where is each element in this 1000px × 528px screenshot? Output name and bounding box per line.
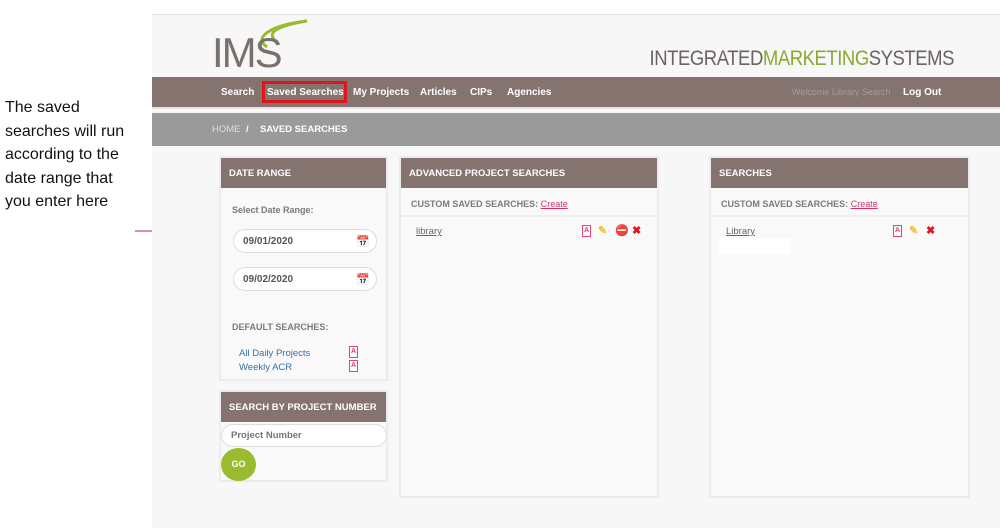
custom-saved-searches-row: CUSTOM SAVED SEARCHES: Create — [401, 188, 657, 217]
highlight-box — [262, 81, 347, 103]
create-link[interactable]: Create — [851, 199, 878, 209]
start-date-value: 09/01/2020 — [243, 236, 294, 247]
breadcrumb-home[interactable]: HOME — [212, 124, 241, 135]
nav-agencies[interactable]: Agencies — [507, 87, 551, 98]
searches-panel: SEARCHES CUSTOM SAVED SEARCHES: Create L… — [709, 156, 970, 498]
delete-x-icon[interactable]: ✖ — [632, 224, 641, 237]
blank-box — [719, 238, 791, 254]
panel-title: ADVANCED PROJECT SEARCHES — [401, 158, 657, 188]
breadcrumb-current: SAVED SEARCHES — [260, 124, 348, 135]
date-range-panel: DATE RANGE Select Date Range: 09/01/2020… — [219, 156, 388, 381]
svg-text:IMS: IMS — [212, 29, 282, 73]
date-range-label: Select Date Range: — [232, 205, 314, 215]
panel-title: DATE RANGE — [221, 158, 386, 188]
calendar-icon[interactable]: 📅 — [356, 235, 370, 248]
end-date-value: 09/02/2020 — [243, 274, 294, 285]
app-window: IMS INTEGRATEDMARKETINGSYSTEMS Search Sa… — [152, 14, 1000, 528]
nav-my-projects[interactable]: My Projects — [353, 87, 409, 98]
nav-bar: Search Saved Searches My Projects Articl… — [152, 77, 1000, 109]
edit-pencil-icon[interactable]: ✎ — [909, 224, 918, 237]
custom-label: CUSTOM SAVED SEARCHES: — [721, 199, 849, 209]
custom-label: CUSTOM SAVED SEARCHES: — [411, 199, 539, 209]
start-date-input[interactable]: 09/01/2020 📅 — [233, 229, 377, 253]
go-button[interactable]: GO — [221, 448, 256, 481]
custom-saved-searches-row: CUSTOM SAVED SEARCHES: Create — [711, 188, 968, 217]
saved-search-item[interactable]: Library — [726, 226, 755, 237]
edit-pencil-icon[interactable]: ✎ — [598, 224, 607, 237]
create-link[interactable]: Create — [541, 199, 568, 209]
disable-icon[interactable]: ⛔ — [615, 224, 629, 237]
panel-title: SEARCHES — [711, 158, 968, 188]
project-number-panel: SEARCH BY PROJECT NUMBER GO — [219, 390, 388, 482]
end-date-input[interactable]: 09/02/2020 📅 — [233, 267, 377, 291]
project-number-input[interactable] — [221, 424, 387, 447]
pdf-icon[interactable]: A — [349, 346, 358, 358]
nav-articles[interactable]: Articles — [420, 87, 457, 98]
advanced-searches-panel: ADVANCED PROJECT SEARCHES CUSTOM SAVED S… — [399, 156, 659, 498]
ims-logo: IMS — [212, 19, 308, 73]
nav-search[interactable]: Search — [221, 87, 254, 98]
saved-search-item[interactable]: library — [416, 226, 442, 237]
breadcrumb: HOME / SAVED SEARCHES — [152, 113, 1000, 146]
annotation-text: The saved searches will run according to… — [5, 99, 125, 210]
breadcrumb-separator: / — [246, 124, 249, 135]
default-search-daily[interactable]: All Daily Projects — [239, 348, 310, 359]
delete-x-icon[interactable]: ✖ — [926, 224, 935, 237]
logout-link[interactable]: Log Out — [903, 87, 941, 98]
welcome-text: Welcome Library Search — [792, 87, 891, 97]
pdf-icon[interactable]: A — [893, 225, 902, 237]
tagline: INTEGRATEDMARKETINGSYSTEMS — [649, 47, 955, 70]
default-searches-label: DEFAULT SEARCHES: — [232, 322, 329, 332]
pdf-icon[interactable]: A — [582, 225, 591, 237]
panel-title: SEARCH BY PROJECT NUMBER — [221, 392, 386, 422]
default-search-weekly[interactable]: Weekly ACR — [239, 362, 292, 373]
pdf-icon[interactable]: A — [349, 360, 358, 372]
nav-cips[interactable]: CIPs — [470, 87, 492, 98]
calendar-icon[interactable]: 📅 — [356, 273, 370, 286]
